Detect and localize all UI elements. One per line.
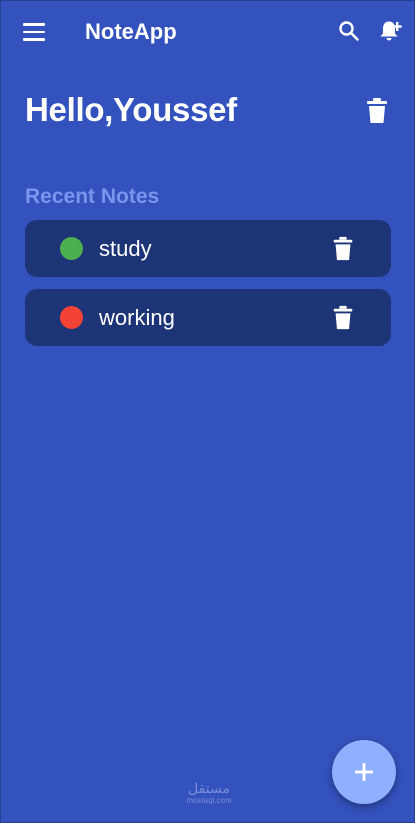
search-icon[interactable] [337, 19, 361, 43]
notes-list: study working [25, 220, 391, 358]
note-item[interactable]: study [25, 220, 391, 277]
note-color-dot [60, 237, 83, 260]
plus-icon [355, 763, 373, 781]
bell-plus-icon[interactable] [377, 17, 405, 45]
recent-notes-title: Recent Notes [25, 185, 160, 208]
trash-icon[interactable] [331, 236, 355, 262]
add-note-button[interactable] [332, 740, 396, 804]
note-label: working [99, 305, 175, 330]
trash-icon[interactable] [365, 97, 389, 125]
watermark-logo: مستقل mostaql.com [181, 782, 237, 808]
greeting-heading: Hello,Youssef [25, 91, 237, 128]
watermark-arabic: مستقل [188, 781, 230, 797]
note-label: study [99, 236, 152, 261]
app-title: NoteApp [85, 19, 177, 44]
note-item[interactable]: working [25, 289, 391, 346]
app-bar: NoteApp [1, 1, 415, 63]
note-color-dot [60, 306, 83, 329]
watermark-latin: mostaql.com [186, 796, 232, 805]
trash-icon[interactable] [331, 305, 355, 331]
menu-icon[interactable] [23, 23, 45, 41]
app-screen: NoteApp Hello,Youssef Recent Notes study… [0, 0, 415, 823]
